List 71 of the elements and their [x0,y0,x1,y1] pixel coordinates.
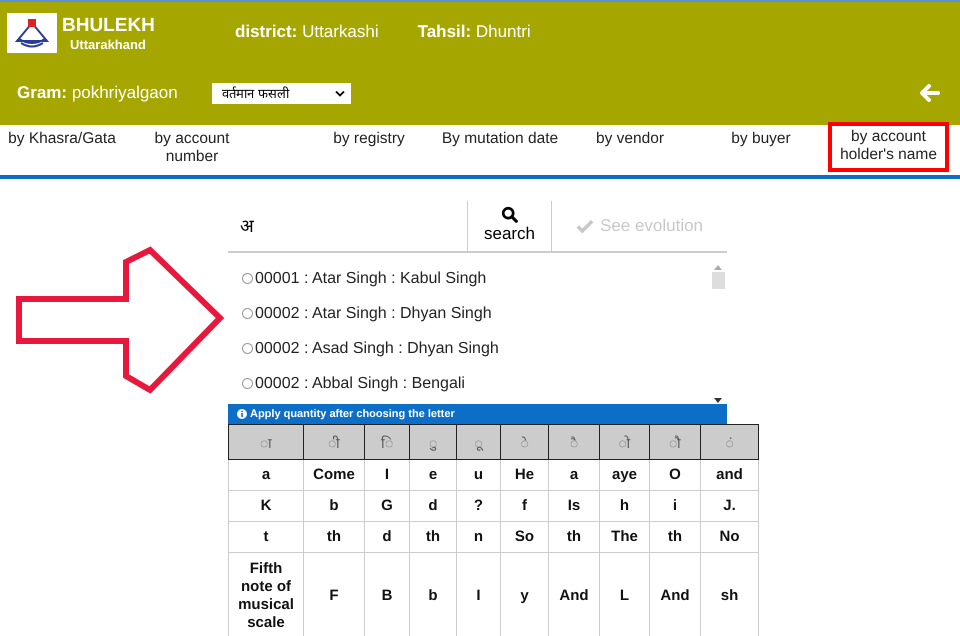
letter-key[interactable]: a [548,460,600,490]
vowel-sign-key[interactable]: ◌ू [456,424,500,460]
checkmark-icon [576,218,594,234]
scroll-up-icon[interactable] [714,265,722,270]
letter-key[interactable]: b [304,490,364,522]
letter-key[interactable]: th [548,522,600,552]
letter-key[interactable]: d [364,522,410,552]
scrollbar-thumb[interactable] [712,272,724,289]
radio-button[interactable] [242,273,253,284]
season-select[interactable]: वर्तमान फसली [212,82,351,104]
letter-key[interactable]: f [500,490,548,522]
letter-key[interactable]: So [500,522,548,552]
letter-key[interactable]: t [228,522,304,552]
search-icon [500,206,518,224]
vowel-sign-key[interactable]: ◌ं [700,424,758,460]
letter-key[interactable]: G [364,490,410,522]
letter-key[interactable]: th [650,522,700,552]
letter-key[interactable]: ? [456,490,500,522]
app-title: BHULEKH [62,14,156,36]
search-tab[interactable]: by buyer [696,125,826,175]
radio-button[interactable] [242,308,253,319]
vowel-sign-key[interactable]: ◌ै [548,424,600,460]
vowel-sign-key[interactable]: ◌ी [304,424,364,460]
letter-key[interactable]: i [650,490,700,522]
letter-key[interactable]: h [600,490,650,522]
letter-key[interactable]: e [410,460,456,490]
letter-key[interactable]: aye [600,460,650,490]
letter-key[interactable]: Come [304,460,364,490]
result-text[interactable]: 00002 : Atar Singh : Dhyan Singh [255,304,492,322]
vowel-sign-key[interactable]: ◌ि [364,424,410,460]
back-arrow-icon[interactable] [920,84,940,102]
letter-key[interactable]: and [700,460,758,490]
district-label: district: Uttarkashi [235,22,379,42]
tahsil-label: Tahsil: Dhuntri [418,22,531,42]
search-tab[interactable]: by registry [300,125,438,175]
info-icon [237,409,247,419]
logo-icon [7,13,57,53]
chevron-down-icon [335,90,345,96]
vowel-sign-key[interactable]: ◌ु [410,424,456,460]
letter-key[interactable]: O [650,460,700,490]
search-tab[interactable]: by vendor [565,125,695,175]
search-tab[interactable]: By mutation date [438,125,562,175]
letter-key[interactable]: Is [548,490,600,522]
search-tab[interactable]: by account holder's name [828,122,949,172]
radio-button[interactable] [242,343,253,354]
letter-key[interactable]: th [304,522,364,552]
letter-key[interactable]: J. [700,490,758,522]
letter-key[interactable]: No [700,522,758,552]
letter-key[interactable]: a [228,460,304,490]
result-text[interactable]: 00002 : Abbal Singh : Bengali [255,374,465,392]
letter-key[interactable]: He [500,460,548,490]
vowel-sign-key[interactable]: ◌ौ [650,424,700,460]
letter-key[interactable]: u [456,460,500,490]
letter-key[interactable]: K [228,490,304,522]
letter-key[interactable]: th [410,522,456,552]
search-tab[interactable]: by account number [142,125,242,175]
result-text[interactable]: 00001 : Atar Singh : Kabul Singh [255,270,486,288]
result-text[interactable]: 00002 : Asad Singh : Dhyan Singh [255,340,499,358]
vowel-sign-key[interactable]: ◌ो [600,424,650,460]
vowel-sign-key[interactable]: ◌े [500,424,548,460]
app-subtitle: Uttarakhand [70,36,147,52]
search-tab[interactable]: by Khasra/Gata [2,125,122,175]
letter-key[interactable]: Fifth note of musical scale [228,552,304,636]
letter-key[interactable]: n [456,522,500,552]
letter-key[interactable]: d [410,490,456,522]
radio-button[interactable] [242,378,253,389]
letter-key[interactable]: I [364,460,410,490]
vowel-sign-key[interactable]: ◌ा [228,424,304,460]
info-text: Apply quantity after choosing the letter [250,408,455,420]
gram-label: Gram: pokhriyalgaon [17,83,179,103]
letter-key[interactable]: The [600,522,650,552]
